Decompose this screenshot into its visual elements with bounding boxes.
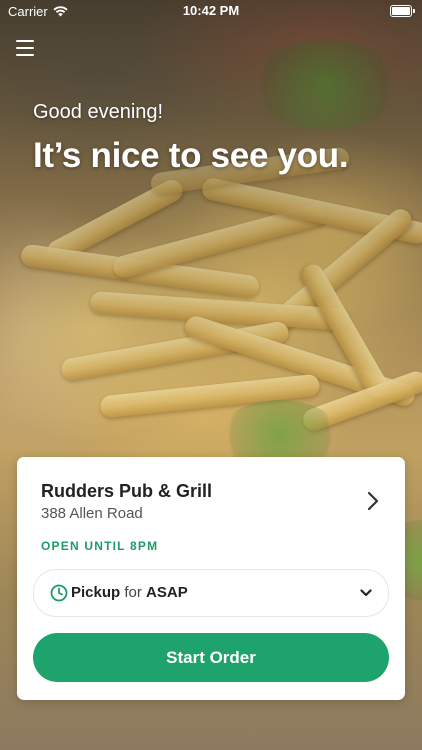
clock-icon (50, 584, 68, 602)
order-time: ASAP (146, 584, 188, 601)
greeting-text: Good evening! (33, 101, 164, 123)
status-time: 10:42 PM (182, 3, 240, 18)
chevron-down-icon[interactable] (360, 588, 372, 598)
hamburger-menu-icon[interactable] (16, 40, 34, 56)
pickup-label: Pickup for ASAP (71, 584, 188, 601)
store-hours-status: OPEN UNTIL 8PM (41, 539, 159, 553)
chevron-right-icon[interactable] (365, 491, 381, 511)
start-order-button[interactable]: Start Order (33, 633, 389, 682)
battery-icon (390, 5, 415, 17)
status-bar: Carrier 10:42 PM (0, 0, 422, 22)
store-name[interactable]: Rudders Pub & Grill (41, 481, 212, 502)
pickup-time-selector[interactable]: Pickup for ASAP (33, 569, 389, 617)
store-address: 388 Allen Road (41, 505, 143, 522)
order-mode: Pickup (71, 584, 121, 601)
page-headline: It’s nice to see you. (33, 136, 349, 175)
store-card: Rudders Pub & Grill 388 Allen Road OPEN … (17, 457, 405, 700)
order-for-text: for (124, 584, 142, 601)
